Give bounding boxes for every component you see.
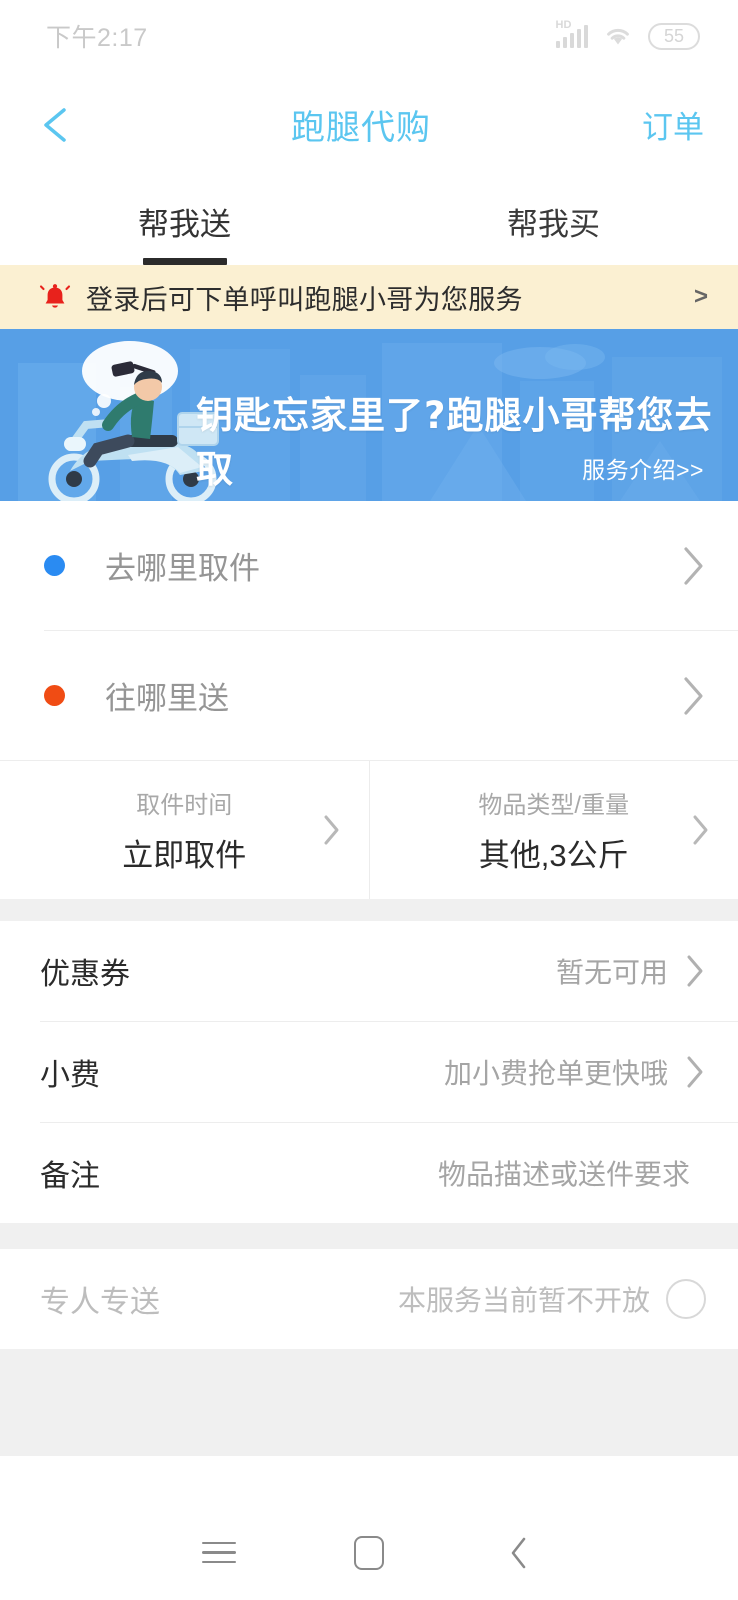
orders-button[interactable]: 订单: [642, 102, 704, 147]
home-button[interactable]: [294, 1535, 444, 1570]
chevron-right-icon: [684, 1053, 706, 1091]
hd-label: HD: [555, 19, 572, 31]
special-delivery-row[interactable]: 专人专送 本服务当前暂不开放: [0, 1249, 738, 1349]
chevron-right-icon: [684, 952, 706, 990]
chevron-right-icon: [680, 674, 706, 718]
back-icon: [509, 1536, 529, 1570]
pickup-dot-icon: [44, 555, 65, 576]
service-intro-link[interactable]: 服务介绍>>: [582, 451, 704, 485]
signal-icon: HD: [555, 20, 588, 48]
chevron-right-icon: [680, 544, 706, 588]
pickup-time-label: 取件时间: [136, 792, 233, 819]
tab-buy[interactable]: 帮我买: [369, 177, 738, 265]
special-delivery-label: 专人专送: [40, 1286, 160, 1319]
coupon-value: 暂无可用: [555, 957, 668, 988]
recents-icon: [202, 1541, 236, 1564]
remark-row[interactable]: 备注 物品描述或送件要求: [0, 1123, 738, 1223]
special-delivery-value: 本服务当前暂不开放: [397, 1285, 650, 1316]
section-spacer: [0, 1223, 738, 1249]
page-title: 跑腿代购: [291, 109, 431, 147]
special-delivery-section: 专人专送 本服务当前暂不开放: [0, 1249, 738, 1349]
section-spacer: [0, 899, 738, 921]
wifi-icon: [604, 25, 632, 47]
home-icon: [354, 1535, 384, 1570]
dropoff-dot-icon: [44, 685, 65, 706]
item-type-weight-cell[interactable]: 物品类型/重量 其他,3公斤: [368, 761, 738, 899]
coupon-row[interactable]: 优惠券 暂无可用: [0, 921, 738, 1021]
chevron-right-icon: [690, 813, 710, 847]
status-icons: HD 55: [555, 20, 700, 50]
chevron-left-icon[interactable]: [34, 102, 80, 148]
system-nav-bar: [0, 1505, 738, 1600]
tip-label: 小费: [40, 1059, 100, 1092]
dropoff-address-row[interactable]: 往哪里送: [0, 631, 738, 760]
battery-icon: 55: [648, 22, 700, 50]
tab-bar: 帮我送 帮我买: [0, 177, 738, 265]
pickup-address-label: 去哪里取件: [105, 551, 260, 586]
status-time: 下午2:17: [46, 24, 148, 52]
remark-placeholder: 物品描述或送件要求: [437, 1159, 690, 1190]
battery-level: 55: [663, 25, 685, 46]
pickup-time-value: 立即取件: [122, 838, 247, 873]
item-type-value: 其他,3公斤: [478, 838, 629, 873]
tab-buy-label: 帮我买: [507, 207, 600, 242]
notice-arrow-icon: >: [693, 283, 708, 310]
special-delivery-toggle[interactable]: [666, 1279, 706, 1319]
app-header: 跑腿代购 订单: [0, 72, 738, 177]
chevron-right-icon: [321, 813, 341, 847]
tab-send-label: 帮我送: [138, 207, 231, 242]
app-screen: 下午2:17 HD 55 跑腿代购 订单 帮我送 帮我买 登录后可下单呼叫跑腿小…: [0, 0, 738, 1600]
login-notice-bar[interactable]: 登录后可下单呼叫跑腿小哥为您服务 >: [0, 265, 738, 329]
tip-value: 加小费抢单更快哦: [443, 1058, 668, 1089]
pickup-time-cell[interactable]: 取件时间 立即取件: [0, 761, 369, 899]
coupon-label: 优惠券: [40, 958, 130, 991]
status-bar: 下午2:17 HD 55: [0, 0, 738, 72]
tip-row[interactable]: 小费 加小费抢单更快哦: [0, 1022, 738, 1122]
tab-send[interactable]: 帮我送: [0, 177, 369, 265]
tab-inactive-indicator: [512, 258, 596, 265]
notice-text: 登录后可下单呼叫跑腿小哥为您服务: [86, 284, 523, 315]
bottom-spacer: [0, 1349, 738, 1456]
item-type-label: 物品类型/重量: [478, 792, 630, 819]
dropoff-address-label: 往哪里送: [105, 681, 229, 716]
remark-label: 备注: [40, 1160, 100, 1193]
address-section: 去哪里取件 往哪里送: [0, 501, 738, 760]
options-section: 优惠券 暂无可用 小费 加小费抢单更快哦 备注 物品描述或送件要求: [0, 921, 738, 1223]
recents-button[interactable]: [144, 1541, 294, 1564]
bell-icon: [38, 280, 72, 314]
system-back-button[interactable]: [444, 1536, 594, 1570]
tab-active-indicator: [142, 258, 227, 265]
promo-banner[interactable]: 钥匙忘家里了?跑腿小哥帮您去取 服务介绍>>: [0, 329, 738, 501]
details-section: 取件时间 立即取件 物品类型/重量 其他,3公斤: [0, 760, 738, 899]
pickup-address-row[interactable]: 去哪里取件: [0, 501, 738, 630]
